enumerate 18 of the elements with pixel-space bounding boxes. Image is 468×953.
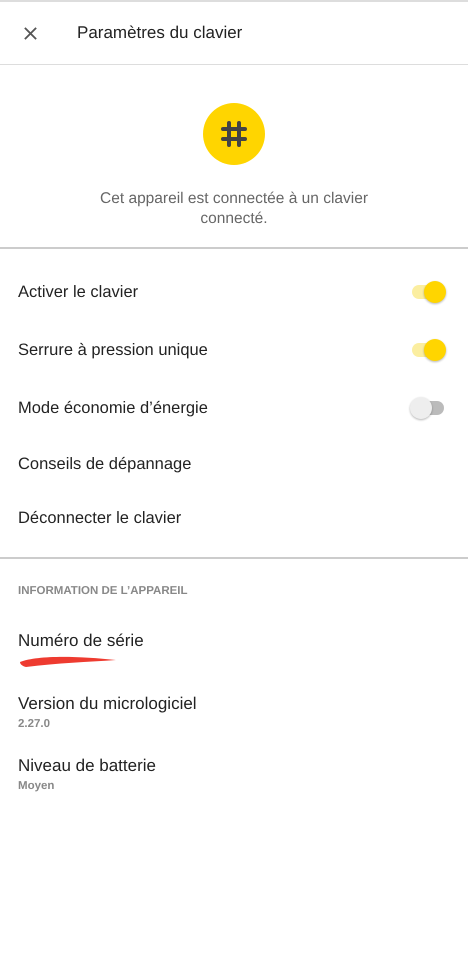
connection-message: Cet appareil est connectée à un clavier connecté.	[99, 189, 369, 229]
toggle-switch[interactable]	[410, 338, 446, 362]
setting-label: Mode économie d’énergie	[18, 398, 208, 418]
toggle-switch[interactable]	[410, 280, 446, 304]
info-label: Version du micrologiciel	[18, 694, 198, 714]
settings-link[interactable]: Conseils de dépannage	[18, 454, 192, 474]
info-label: Niveau de batterie	[18, 756, 157, 776]
close-icon[interactable]	[23, 26, 38, 40]
settings-link[interactable]: Déconnecter le clavier	[18, 508, 182, 528]
info-value: 2.27.0	[18, 718, 51, 730]
keypad-hash-icon	[203, 103, 265, 165]
toggle-switch[interactable]	[410, 396, 446, 420]
section-heading: INFORMATION DE L’APPAREIL	[18, 585, 189, 597]
setting-label: Activer le clavier	[18, 282, 138, 302]
info-value: Moyen	[18, 780, 56, 792]
info-label: Numéro de série	[18, 631, 145, 651]
screen-title: Paramètres du clavier	[77, 23, 242, 43]
setting-label: Serrure à pression unique	[18, 340, 208, 360]
